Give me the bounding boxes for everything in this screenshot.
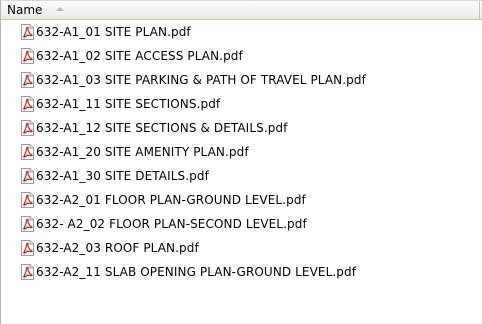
file-list: 632-A1_01 SITE PLAN.pdf 632-A1_02 SITE A… <box>1 20 482 284</box>
file-name: 632-A2_11 SLAB OPENING PLAN-GROUND LEVEL… <box>36 265 357 279</box>
file-name: 632-A1_20 SITE AMENITY PLAN.pdf <box>36 145 249 159</box>
file-name: 632- A2_02 FLOOR PLAN-SECOND LEVEL.pdf <box>36 217 307 231</box>
file-row[interactable]: 632-A1_02 SITE ACCESS PLAN.pdf <box>1 44 482 68</box>
pdf-file-icon <box>21 96 34 112</box>
pdf-file-icon <box>21 72 34 88</box>
sort-ascending-icon <box>56 6 65 11</box>
file-name: 632-A2_01 FLOOR PLAN-GROUND LEVEL.pdf <box>36 193 306 207</box>
file-name: 632-A1_30 SITE DETAILS.pdf <box>36 169 209 183</box>
file-row[interactable]: 632-A2_03 ROOF PLAN.pdf <box>1 236 482 260</box>
file-row[interactable]: 632-A1_03 SITE PARKING & PATH OF TRAVEL … <box>1 68 482 92</box>
file-name: 632-A1_12 SITE SECTIONS & DETAILS.pdf <box>36 121 288 135</box>
file-row[interactable]: 632- A2_02 FLOOR PLAN-SECOND LEVEL.pdf <box>1 212 482 236</box>
name-column-label: Name <box>7 3 43 17</box>
file-row[interactable]: 632-A1_01 SITE PLAN.pdf <box>1 20 482 44</box>
pdf-file-icon <box>21 240 34 256</box>
file-name: 632-A1_02 SITE ACCESS PLAN.pdf <box>36 49 243 63</box>
file-row[interactable]: 632-A2_11 SLAB OPENING PLAN-GROUND LEVEL… <box>1 260 482 284</box>
file-name: 632-A2_03 ROOF PLAN.pdf <box>36 241 199 255</box>
pdf-file-icon <box>21 24 34 40</box>
pdf-file-icon <box>21 120 34 136</box>
name-column-header[interactable]: Name <box>1 1 480 20</box>
file-list-window: Name 632-A1_01 SITE PLAN.pdf 632-A1_02 S… <box>0 0 482 324</box>
file-name: 632-A1_03 SITE PARKING & PATH OF TRAVEL … <box>36 73 366 87</box>
file-name: 632-A1_11 SITE SECTIONS.pdf <box>36 97 221 111</box>
pdf-file-icon <box>21 192 34 208</box>
file-row[interactable]: 632-A1_12 SITE SECTIONS & DETAILS.pdf <box>1 116 482 140</box>
file-row[interactable]: 632-A1_20 SITE AMENITY PLAN.pdf <box>1 140 482 164</box>
pdf-file-icon <box>21 168 34 184</box>
file-row[interactable]: 632-A1_11 SITE SECTIONS.pdf <box>1 92 482 116</box>
pdf-file-icon <box>21 264 34 280</box>
pdf-file-icon <box>21 216 34 232</box>
pdf-file-icon <box>21 48 34 64</box>
column-header-row: Name <box>1 0 482 20</box>
file-row[interactable]: 632-A2_01 FLOOR PLAN-GROUND LEVEL.pdf <box>1 188 482 212</box>
file-name: 632-A1_01 SITE PLAN.pdf <box>36 25 191 39</box>
pdf-file-icon <box>21 144 34 160</box>
file-row[interactable]: 632-A1_30 SITE DETAILS.pdf <box>1 164 482 188</box>
